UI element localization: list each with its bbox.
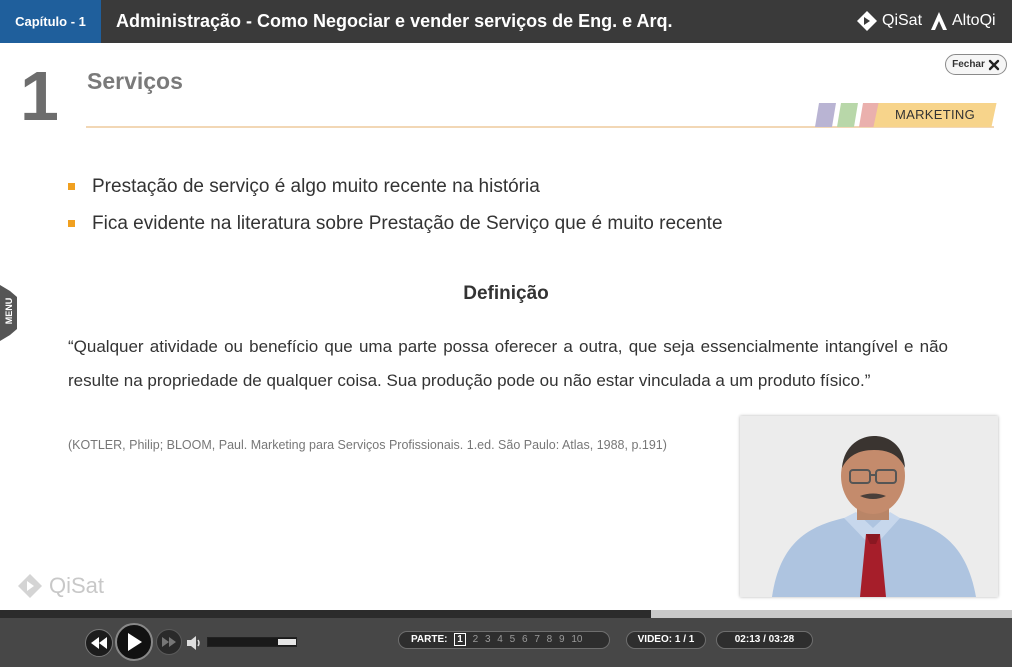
video-progress-bar[interactable] <box>0 610 1012 618</box>
bullet-marker <box>68 183 75 190</box>
qisat-logo-icon <box>857 11 877 31</box>
definition-text: “Qualquer atividade ou benefício que uma… <box>68 337 948 390</box>
part-link-5[interactable]: 5 <box>510 632 516 648</box>
video-label: VIDEO: <box>637 634 673 645</box>
bullet-item: Fica evidente na literatura sobre Presta… <box>68 211 828 248</box>
rewind-icon <box>91 637 107 649</box>
category-tag-label: MARKETING <box>895 107 975 122</box>
volume-level <box>278 639 296 645</box>
rewind-button[interactable] <box>85 629 113 657</box>
part-link-2[interactable]: 2 <box>473 632 479 648</box>
bullet-list: Prestação de serviço é algo muito recent… <box>68 174 828 248</box>
fast-forward-button[interactable] <box>156 629 182 655</box>
watermark-text: QiSat <box>49 573 105 598</box>
part-link-9[interactable]: 9 <box>559 632 565 648</box>
qisat-watermark-icon <box>18 574 42 598</box>
definition-title: Definição <box>463 283 549 304</box>
qisat-logo: QiSat <box>856 8 922 34</box>
part-link-1[interactable]: 1 <box>454 633 466 646</box>
presenter-figure <box>740 416 998 597</box>
slide-number: 1 <box>20 57 59 135</box>
part-link-7[interactable]: 7 <box>534 632 540 648</box>
side-menu-label: MENU <box>4 297 14 325</box>
bullet-marker <box>68 220 75 227</box>
chapter-label: Capítulo - 1 <box>0 0 101 43</box>
bullet-text: Fica evidente na literatura sobre Presta… <box>92 213 723 234</box>
part-link-6[interactable]: 6 <box>522 632 528 648</box>
bullet-item: Prestação de serviço é algo muito recent… <box>68 174 828 211</box>
time-display: 02:13 / 03:28 <box>716 631 813 649</box>
fast-forward-icon <box>162 637 176 647</box>
close-button[interactable]: Fechar <box>945 54 1007 75</box>
part-link-4[interactable]: 4 <box>497 632 503 648</box>
course-title: Administração - Como Negociar e vender s… <box>116 11 673 31</box>
top-bar: Capítulo - 1 Administração - Como Negoci… <box>0 0 1012 43</box>
parts-selector: PARTE: 1 2 3 4 5 6 7 8 9 10 <box>398 631 610 649</box>
close-button-label: Fechar <box>952 59 985 70</box>
presenter-video[interactable] <box>740 416 998 597</box>
bullet-text: Prestação de serviço é algo muito recent… <box>92 176 540 197</box>
close-icon <box>988 59 1000 70</box>
slide-title: Serviços <box>87 68 183 94</box>
part-link-8[interactable]: 8 <box>547 632 553 648</box>
play-icon <box>128 633 142 651</box>
progress-remaining <box>651 610 1012 618</box>
altoqi-brand-text: AltoQi <box>952 12 996 29</box>
side-menu-tab[interactable]: MENU <box>0 285 17 341</box>
volume-icon[interactable] <box>186 635 204 651</box>
video-count-value: 1 / 1 <box>674 634 695 645</box>
qisat-watermark: QiSat <box>17 573 104 599</box>
altoqi-logo-icon <box>931 12 947 30</box>
qisat-brand-text: QiSat <box>882 12 923 29</box>
parts-label: PARTE: <box>411 634 448 645</box>
part-link-10[interactable]: 10 <box>571 632 582 648</box>
altoqi-logo: AltoQi <box>930 8 996 34</box>
part-link-3[interactable]: 3 <box>485 632 491 648</box>
video-counter: VIDEO: 1 / 1 <box>626 631 706 649</box>
play-button[interactable] <box>115 623 153 661</box>
citation: (KOTLER, Philip; BLOOM, Paul. Marketing … <box>68 438 667 452</box>
